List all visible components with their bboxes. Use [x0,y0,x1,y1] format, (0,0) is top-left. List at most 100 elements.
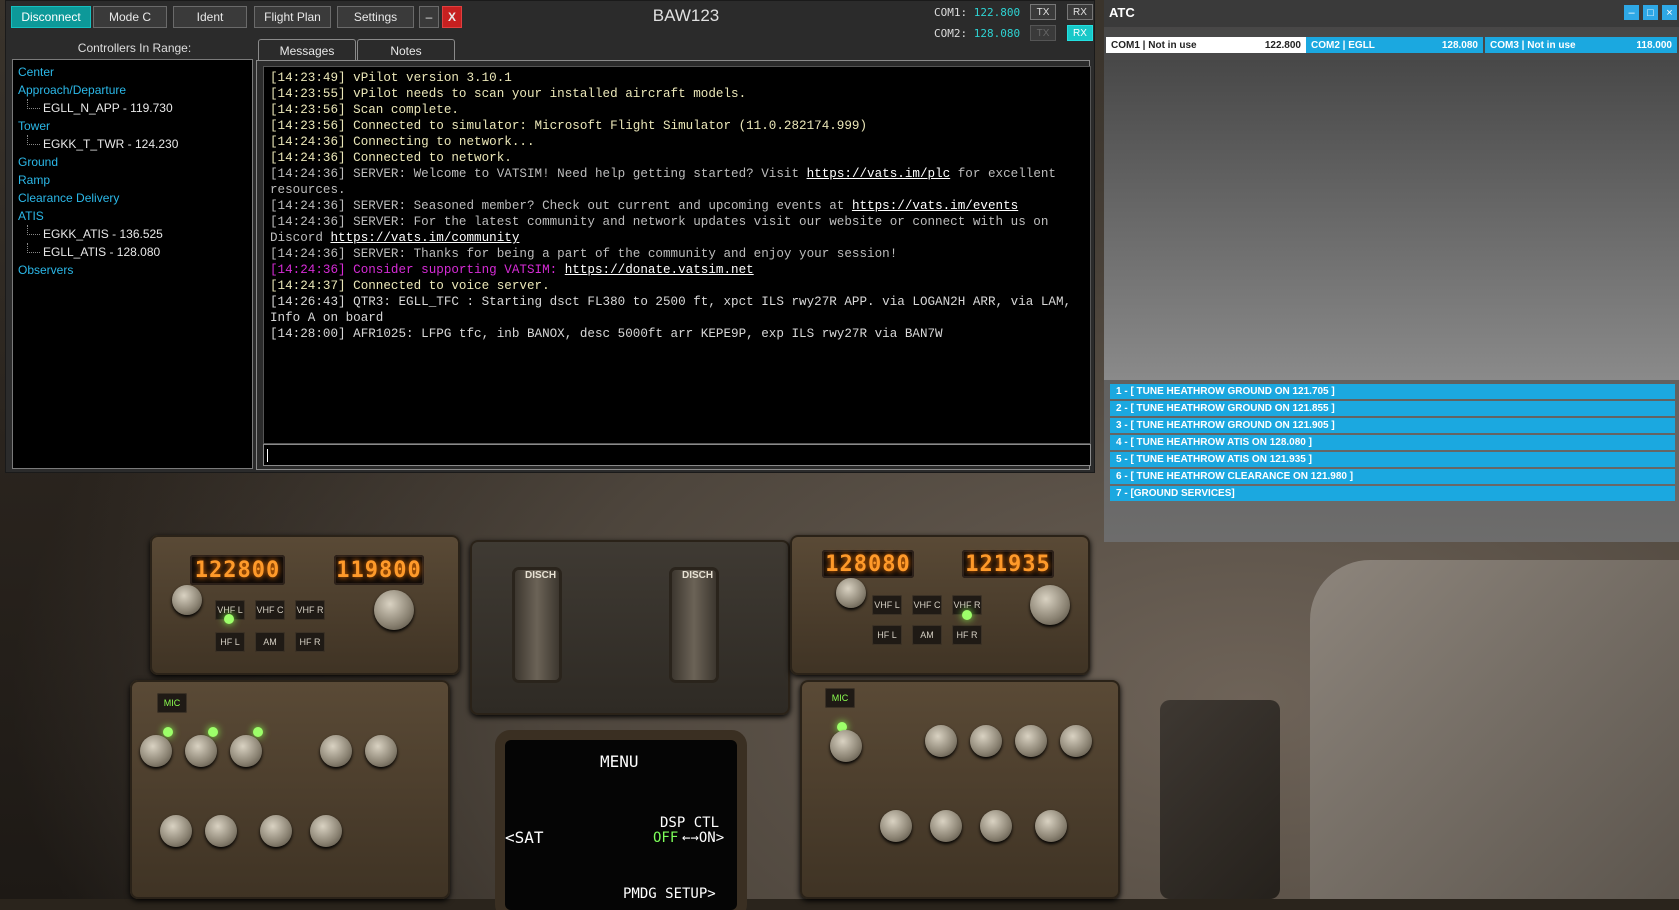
com1-tx-button[interactable]: TX [1030,4,1056,20]
right-sens-knob[interactable] [836,578,866,608]
atc-option-1[interactable]: 1 - [ TUNE HEATHROW GROUND ON 121.705 ] [1110,384,1675,399]
discharge-handle-left[interactable] [515,570,559,680]
atc-minimize-icon[interactable]: – [1624,5,1639,20]
atc-restore-icon[interactable]: □ [1643,5,1658,20]
controller-item[interactable]: EGLL_N_APP - 119.730 [13,99,252,117]
left-audio-knob-4[interactable] [320,735,352,767]
left-tuning-knob[interactable] [374,590,414,630]
right-audio-knob-4[interactable] [1015,725,1047,757]
controller-category-ground[interactable]: Ground [13,153,252,171]
tab-notes[interactable]: Notes [357,39,455,61]
atc-option-6[interactable]: 6 - [ TUNE HEATHROW CLEARANCE ON 121.980… [1110,469,1675,484]
controller-category-ramp[interactable]: Ramp [13,171,252,189]
right-hf-r-button[interactable]: HF R [952,625,982,645]
atc-option-2[interactable]: 2 - [ TUNE HEATHROW GROUND ON 121.855 ] [1110,401,1675,416]
controller-category-tower[interactable]: Tower [13,117,252,135]
atc-option-7[interactable]: 7 - [GROUND SERVICES] [1110,486,1675,501]
message-line: [14:24:36] SERVER: Thanks for being a pa… [270,247,898,261]
com2-tx-button[interactable]: TX [1030,25,1056,41]
tab-messages[interactable]: Messages [258,39,356,61]
right-audio-knob-2[interactable] [925,725,957,757]
controller-item[interactable]: EGKK_T_TWR - 124.230 [13,135,252,153]
atc-option-3[interactable]: 3 - [ TUNE HEATHROW GROUND ON 121.905 ] [1110,418,1675,433]
left-audio-knob-7[interactable] [205,815,237,847]
controller-category-clearance[interactable]: Clearance Delivery [13,189,252,207]
disconnect-button[interactable]: Disconnect [11,6,91,28]
left-audio-knob-2[interactable] [185,735,217,767]
left-sens-knob[interactable] [172,585,202,615]
message-text: [14:24:36] SERVER: Seasoned member? Chec… [270,199,852,213]
atc-close-icon[interactable]: × [1662,5,1677,20]
left-audio-knob-3[interactable] [230,735,262,767]
left-vhf-r-button[interactable]: VHF R [295,600,325,620]
right-audio-knob-5[interactable] [1060,725,1092,757]
right-audio-knob-9[interactable] [1035,810,1067,842]
left-audio-knob-9[interactable] [310,815,342,847]
close-button[interactable]: X [442,6,462,28]
message-link[interactable]: https://vats.im/community [330,231,519,245]
settings-button[interactable]: Settings [337,6,414,28]
discharge-handle-right[interactable] [672,570,716,680]
atc-option-4[interactable]: 4 - [ TUNE HEATHROW ATIS ON 128.080 ] [1110,435,1675,450]
cdu-sat-option[interactable]: <SAT [505,828,544,847]
right-audio-knob-7[interactable] [930,810,962,842]
right-mic-button[interactable]: MIC [825,688,855,708]
left-mic-button[interactable]: MIC [157,693,187,713]
left-hf-l-button[interactable]: HF L [215,632,245,652]
atc-com1-cell[interactable]: COM1 | Not in use 122.800 [1106,37,1306,53]
flight-plan-button[interactable]: Flight Plan [254,6,331,28]
left-hf-r-button[interactable]: HF R [295,632,325,652]
message-input[interactable] [263,444,1091,466]
atc-com2-cell[interactable]: COM2 | EGLL 128.080 [1306,37,1483,53]
left-audio-knob-6[interactable] [160,815,192,847]
side-console [1160,700,1280,899]
right-vhf-c-button[interactable]: VHF C [912,595,942,615]
atc-com2-label: COM2 | EGLL [1311,39,1375,51]
cdu-on-option[interactable]: ←→ON> [682,830,724,846]
right-audio-knob-8[interactable] [980,810,1012,842]
controller-item[interactable]: EGLL_ATIS - 128.080 [13,243,252,261]
message-link[interactable]: https://donate.vatsim.net [565,263,754,277]
right-tuning-knob[interactable] [1030,585,1070,625]
message-link[interactable]: https://vats.im/plc [807,167,951,181]
left-audio-knob-1[interactable] [140,735,172,767]
right-vhf-l-button[interactable]: VHF L [872,595,902,615]
atc-com1-label: COM1 | Not in use [1111,39,1197,51]
left-vhf-c-audio-led [208,727,218,737]
atc-title: ATC [1109,5,1135,20]
cdu-off-label: OFF [653,830,679,846]
com1-rx-button[interactable]: RX [1067,4,1093,20]
left-audio-knob-5[interactable] [365,735,397,767]
right-audio-knob-3[interactable] [970,725,1002,757]
message-line: [14:24:36] SERVER: For the latest commun… [270,214,1084,246]
com2-rx-button[interactable]: RX [1067,25,1093,41]
atc-com3-label: COM3 | Not in use [1490,39,1576,51]
controllers-tree[interactable]: Center Approach/Departure EGLL_N_APP - 1… [12,59,253,469]
controller-category-observers[interactable]: Observers [13,261,252,279]
controller-category-center[interactable]: Center [13,63,252,81]
message-line: [14:24:36] Connecting to network... [270,135,535,149]
atc-title-bar[interactable]: ATC – □ × [1104,0,1679,27]
message-link[interactable]: https://vats.im/events [852,199,1018,213]
right-am-button[interactable]: AM [912,625,942,645]
atc-option-5[interactable]: 5 - [ TUNE HEATHROW ATIS ON 121.935 ] [1110,452,1675,467]
mode-c-button[interactable]: Mode C [93,6,167,28]
atc-com3-freq: 118.000 [1636,39,1672,51]
cdu-screen[interactable]: MENU <SAT DSP CTL OFF ←→ON> PMDG SETUP> [505,740,737,910]
right-audio-knob-1[interactable] [830,730,862,762]
com1-frequency: 122.800 [973,6,1021,19]
controller-category-atis[interactable]: ATIS [13,207,252,225]
message-text: [14:24:36] Consider supporting VATSIM: [270,263,565,277]
atc-com3-cell[interactable]: COM3 | Not in use 118.000 [1485,37,1677,53]
left-vhf-c-button[interactable]: VHF C [255,600,285,620]
left-am-button[interactable]: AM [255,632,285,652]
right-audio-knob-6[interactable] [880,810,912,842]
left-audio-knob-8[interactable] [260,815,292,847]
cdu-pmdg-setup-option[interactable]: PMDG SETUP> [623,886,716,902]
controller-category-approach[interactable]: Approach/Departure [13,81,252,99]
right-hf-l-button[interactable]: HF L [872,625,902,645]
minimize-button[interactable]: – [419,6,439,28]
controller-item[interactable]: EGKK_ATIS - 136.525 [13,225,252,243]
ident-button[interactable]: Ident [173,6,247,28]
message-log[interactable]: [14:23:49] vPilot version 3.10.1 [14:23:… [263,66,1091,444]
